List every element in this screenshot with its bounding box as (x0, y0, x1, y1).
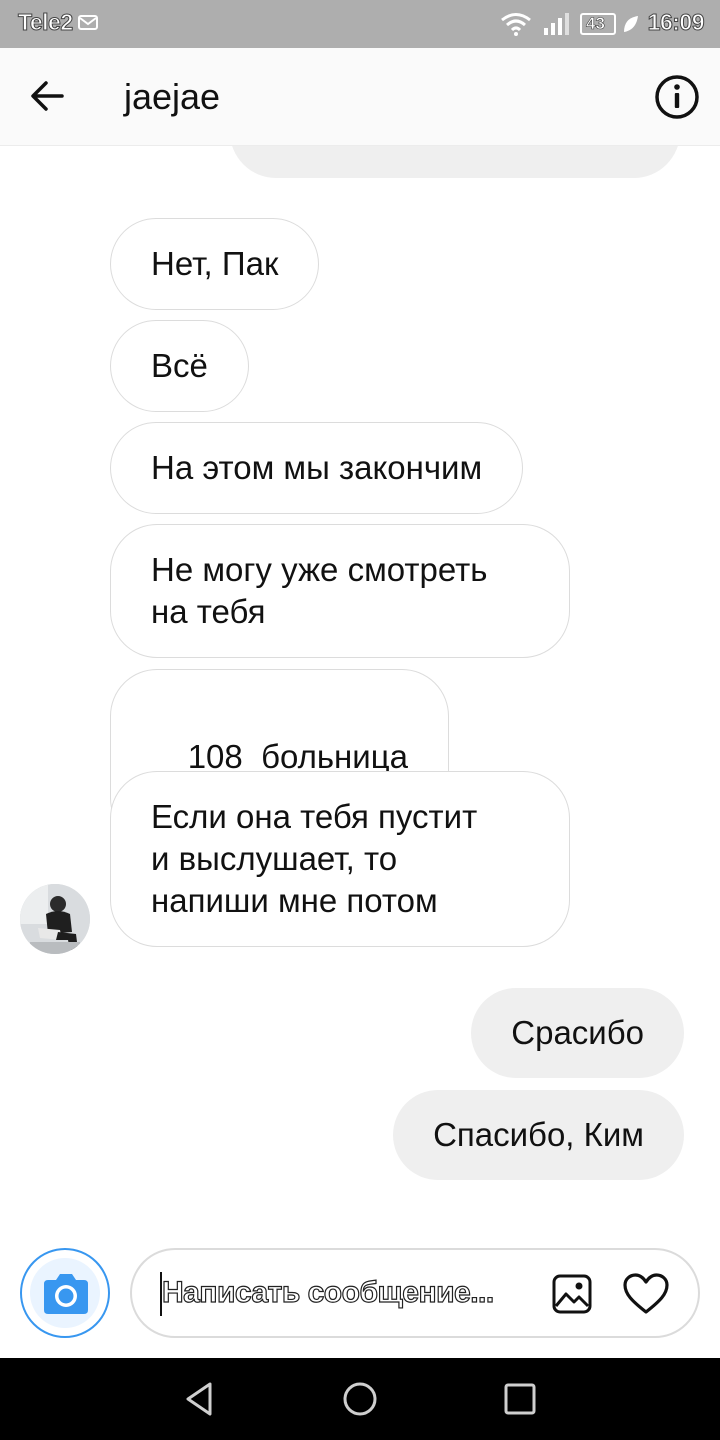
message-bubble-outgoing[interactable]: Срасибо (471, 988, 684, 1078)
message-notification-icon (78, 15, 98, 30)
carrier-label: Tele2 (18, 9, 74, 36)
status-bar: Tele2 43 16:09 (0, 0, 720, 48)
arrow-left-icon[interactable] (22, 70, 74, 122)
previous-message-bubble (230, 146, 680, 178)
message-text: На этом мы закончим (151, 449, 483, 486)
chat-header: jaejae (0, 48, 720, 146)
message-text: Спасибо, Ким (433, 1116, 644, 1153)
message-bubble-incoming[interactable]: Не могу уже смотреть на тебя (110, 524, 570, 658)
image-icon[interactable] (550, 1272, 594, 1316)
battery-icon: 43 (580, 13, 616, 35)
message-text: Срасибо (511, 1014, 644, 1051)
system-nav-bar (0, 1358, 720, 1440)
avatar[interactable] (20, 884, 90, 954)
message-text-line: напиши мне потом (151, 882, 438, 919)
message-text-line: и выслушает, то (151, 840, 398, 877)
message-text-line: Не могу уже смотреть (151, 551, 488, 588)
message-text-line: Если она тебя пустит (151, 798, 478, 835)
message-input[interactable] (160, 1276, 540, 1312)
message-text: Всё (151, 347, 208, 384)
message-bubble-outgoing[interactable]: Спасибо, Ким (393, 1090, 684, 1180)
camera-button[interactable] (20, 1248, 110, 1338)
message-composer: Написать сообщение... (130, 1248, 700, 1338)
wifi-icon (501, 13, 531, 36)
nav-back-icon[interactable] (180, 1379, 220, 1419)
message-bubble-incoming[interactable]: Всё (110, 320, 249, 412)
camera-icon (44, 1274, 88, 1314)
message-bubble-incoming[interactable]: Нет, Пак (110, 218, 320, 310)
heart-icon[interactable] (622, 1270, 670, 1318)
message-text: Нет, Пак (151, 245, 279, 282)
chat-title[interactable]: jaejae (124, 76, 220, 118)
info-circle-icon[interactable] (652, 72, 702, 122)
signal-icon (544, 13, 569, 35)
message-bubble-incoming[interactable]: Если она тебя пустит и выслушает, то нап… (110, 771, 570, 947)
message-text: 108 больница (187, 738, 408, 775)
avatar-photo-icon (20, 884, 90, 954)
nav-home-icon[interactable] (340, 1379, 380, 1419)
nav-recents-icon[interactable] (500, 1379, 540, 1419)
leaf-icon (624, 16, 638, 32)
message-list[interactable]: Нет, Пак Всё На этом мы закончим Не могу… (0, 146, 720, 1246)
clock: 16:09 (647, 9, 705, 36)
message-bubble-incoming[interactable]: На этом мы закончим (110, 422, 524, 514)
message-text-line: на тебя (151, 593, 266, 630)
battery-level: 43 (586, 14, 606, 34)
